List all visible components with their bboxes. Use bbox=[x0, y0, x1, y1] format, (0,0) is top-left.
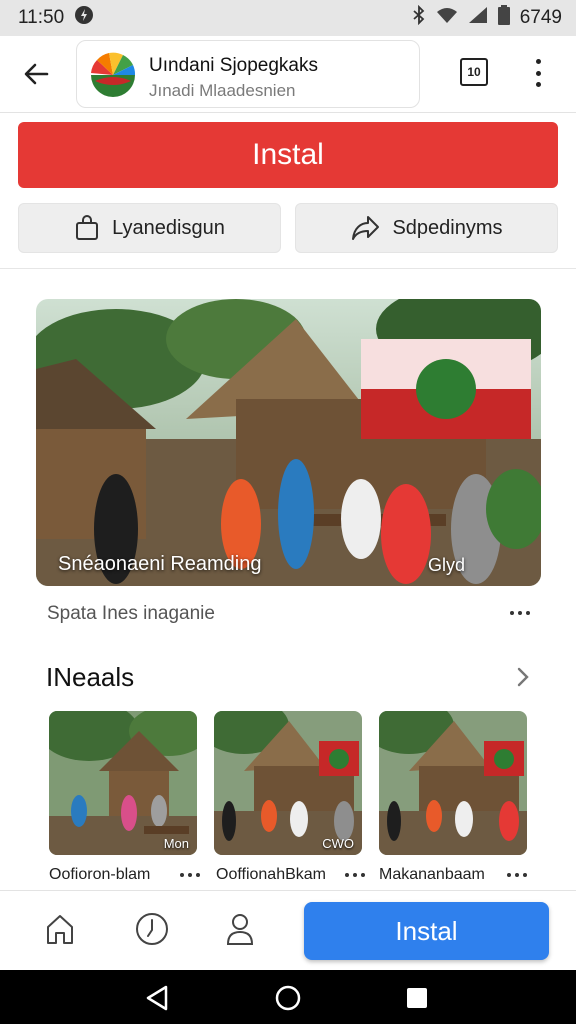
hero-caption: Snéaonaeni Reamding bbox=[58, 553, 262, 575]
more-dot-icon bbox=[510, 611, 514, 615]
battery-icon bbox=[497, 5, 510, 31]
app-bar: Uındani Sjopegkaks Jınadi Mlaadesnien 10 bbox=[0, 36, 576, 113]
status-bar: 11:50 6749 bbox=[0, 0, 576, 36]
bottom-bar: Instal bbox=[0, 890, 576, 971]
app-title: Uındani Sjopegkaks bbox=[149, 55, 318, 76]
more-dot-icon bbox=[523, 873, 527, 877]
thumbnail-more-button[interactable] bbox=[507, 873, 527, 877]
square-recents-icon bbox=[407, 988, 427, 1008]
arrow-back-icon bbox=[24, 63, 49, 85]
circle-home-icon bbox=[275, 985, 301, 1011]
more-dot-icon bbox=[535, 59, 541, 64]
tab-switcher-button[interactable]: 10 bbox=[460, 58, 488, 86]
install-bottom-button[interactable]: Instal bbox=[304, 902, 549, 960]
battery-text: 6749 bbox=[519, 7, 562, 28]
thumbnail-card[interactable]: Mon bbox=[49, 711, 197, 855]
triangle-back-icon bbox=[146, 985, 168, 1011]
more-dot-icon bbox=[526, 611, 530, 615]
thumbnail-card[interactable] bbox=[379, 711, 527, 855]
share-label: Sdpedinyms bbox=[392, 216, 503, 239]
nav-recents-button[interactable] bbox=[406, 987, 428, 1014]
hero-tag: Glyd bbox=[427, 555, 465, 575]
village-scene-image bbox=[36, 299, 541, 586]
system-nav-bar bbox=[0, 970, 576, 1024]
more-dot-icon bbox=[180, 873, 184, 877]
thumbnail-tag: CWO bbox=[322, 836, 354, 851]
app-logo-icon bbox=[90, 52, 136, 98]
section-more-button[interactable] bbox=[514, 666, 532, 693]
thumbnail-more-button[interactable] bbox=[180, 873, 200, 877]
share-button[interactable]: Sdpedinyms bbox=[295, 203, 558, 253]
thumbnail-more-button[interactable] bbox=[345, 873, 365, 877]
photo-more-button[interactable] bbox=[510, 611, 530, 615]
profile-button[interactable] bbox=[222, 909, 258, 949]
thumbnail-label: Makananbaam bbox=[379, 866, 485, 883]
more-dot-icon bbox=[188, 873, 192, 877]
nav-back-button[interactable] bbox=[145, 985, 169, 1016]
thumbnail-image bbox=[379, 711, 527, 855]
thumbnail-label: OoffionahBkam bbox=[216, 866, 326, 883]
status-time: 11:50 bbox=[18, 7, 65, 28]
photo-caption: Spata Ines inaganie bbox=[47, 603, 215, 624]
history-button[interactable] bbox=[134, 909, 170, 949]
thumbnail-card[interactable]: CWO bbox=[214, 711, 362, 855]
person-icon bbox=[226, 914, 254, 945]
clock-icon bbox=[136, 913, 168, 945]
hero-image[interactable]: Snéaonaeni Reamding Glyd bbox=[36, 299, 541, 586]
more-options-button[interactable] bbox=[526, 56, 550, 90]
more-dot-icon bbox=[345, 873, 349, 877]
app-subtitle: Jınadi Mlaadesnien bbox=[149, 81, 296, 100]
thumbnail-label: Oofioron-blam bbox=[49, 866, 151, 883]
wishlist-button[interactable]: Lyanedisgun bbox=[18, 203, 281, 253]
more-dot-icon bbox=[518, 611, 522, 615]
more-dot-icon bbox=[515, 873, 519, 877]
chevron-right-icon bbox=[517, 667, 529, 687]
more-dot-icon bbox=[353, 873, 357, 877]
section-title: INeaals bbox=[46, 662, 135, 692]
wifi-icon bbox=[436, 6, 458, 30]
more-dot-icon bbox=[361, 873, 365, 877]
thumbnail-image bbox=[49, 711, 197, 855]
home-icon bbox=[47, 915, 73, 944]
signal-icon bbox=[468, 6, 488, 30]
more-dot-icon bbox=[535, 70, 541, 76]
more-dot-icon bbox=[535, 82, 541, 87]
thumbnail-image bbox=[214, 711, 362, 855]
share-icon bbox=[352, 216, 380, 240]
back-button[interactable] bbox=[18, 56, 54, 92]
home-button[interactable] bbox=[42, 909, 78, 949]
bag-icon bbox=[76, 215, 99, 240]
wishlist-label: Lyanedisgun bbox=[112, 216, 225, 239]
more-dot-icon bbox=[507, 873, 511, 877]
more-dot-icon bbox=[196, 873, 200, 877]
app-card[interactable]: Uındani Sjopegkaks Jınadi Mlaadesnien bbox=[76, 40, 420, 108]
data-saver-icon bbox=[74, 5, 94, 31]
bluetooth-icon bbox=[412, 4, 426, 31]
install-button[interactable]: Instal bbox=[18, 122, 558, 188]
divider bbox=[0, 268, 576, 269]
nav-home-button[interactable] bbox=[275, 985, 301, 1016]
thumbnail-tag: Mon bbox=[163, 836, 189, 851]
